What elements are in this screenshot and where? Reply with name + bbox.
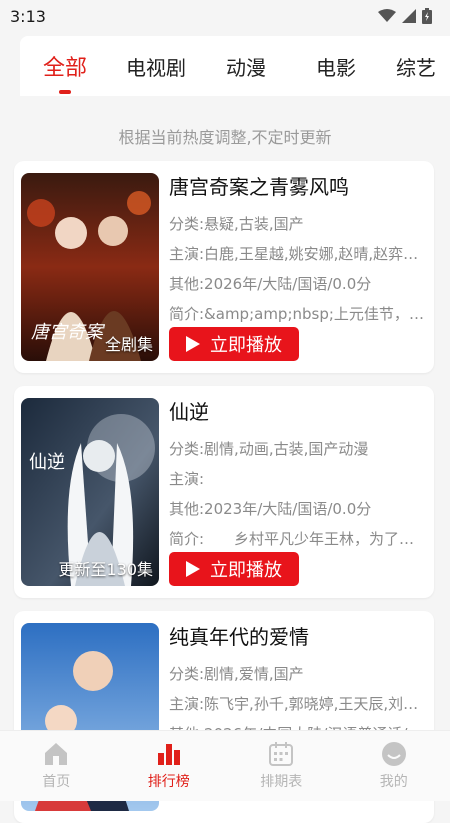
tab-tv-series[interactable]: 电视剧 — [110, 36, 202, 96]
show-title[interactable]: 仙逆 — [169, 398, 426, 426]
show-category: 分类:剧情,爱情,国产 — [169, 659, 426, 689]
show-info: 唐宫奇案之青雾风鸣 分类:悬疑,古装,国产 主演:白鹿,王星越,姚安娜,赵晴,赵… — [169, 173, 426, 329]
nav-ranking-label: 排行榜 — [148, 771, 190, 791]
show-intro: 简介:&amp;amp;nbsp;上元佳节，宁… — [169, 299, 426, 329]
show-info: 仙逆 分类:剧情,动画,古装,国产动漫 主演: 其他:2023年/大陆/国语/0… — [169, 398, 426, 554]
signal-icon — [402, 9, 416, 23]
show-category: 分类:剧情,动画,古装,国产动漫 — [169, 434, 426, 464]
episode-badge: 全剧集 — [105, 331, 153, 355]
wifi-icon — [378, 9, 396, 23]
play-now-button[interactable]: 立即播放 — [169, 552, 299, 586]
nav-schedule-label: 排期表 — [260, 771, 302, 791]
profile-icon — [381, 741, 407, 767]
tab-anime[interactable]: 动漫 — [202, 36, 290, 96]
poster-image[interactable]: 唐宫奇案 全剧集 — [21, 173, 159, 361]
play-icon — [186, 561, 200, 577]
home-icon — [43, 741, 69, 767]
status-icons — [378, 8, 432, 24]
ranking-hint: 根据当前热度调整,不定时更新 — [0, 124, 450, 148]
status-bar: 3:13 — [0, 0, 450, 32]
show-cast: 主演: — [169, 464, 426, 494]
nav-profile-label: 我的 — [380, 771, 408, 791]
category-tabs: 全部 电视剧 动漫 电影 综艺 — [20, 36, 450, 96]
show-cast: 主演:陈飞宇,孙千,郭晓婷,王天辰,刘… — [169, 689, 426, 719]
play-now-label: 立即播放 — [210, 331, 282, 357]
nav-ranking[interactable]: 排行榜 — [113, 731, 226, 801]
status-time: 3:13 — [10, 7, 46, 26]
show-title[interactable]: 纯真年代的爱情 — [169, 623, 426, 651]
svg-text:仙逆: 仙逆 — [29, 452, 65, 473]
nav-schedule[interactable]: 排期表 — [225, 731, 338, 801]
tab-all[interactable]: 全部 — [20, 36, 110, 96]
show-title[interactable]: 唐宫奇案之青雾风鸣 — [169, 173, 426, 201]
nav-home-label: 首页 — [42, 771, 70, 791]
tab-variety[interactable]: 综艺 — [382, 36, 450, 96]
ranking-icon — [156, 741, 182, 767]
show-card[interactable]: 唐宫奇案 全剧集 唐宫奇案之青雾风鸣 分类:悬疑,古装,国产 主演:白鹿,王星越… — [14, 161, 434, 373]
play-icon — [186, 336, 200, 352]
show-category: 分类:悬疑,古装,国产 — [169, 209, 426, 239]
episode-badge: 更新至130集 — [58, 556, 153, 580]
show-card[interactable]: 仙逆 更新至130集 仙逆 分类:剧情,动画,古装,国产动漫 主演: 其他:20… — [14, 386, 434, 598]
bottom-navigation: 首页 排行榜 排期表 我的 — [0, 730, 450, 801]
nav-home[interactable]: 首页 — [0, 731, 113, 801]
nav-profile[interactable]: 我的 — [338, 731, 450, 801]
show-other-info: 其他:2023年/大陆/国语/0.0分 — [169, 494, 426, 524]
svg-text:唐宫奇案: 唐宫奇案 — [31, 322, 106, 343]
play-now-button[interactable]: 立即播放 — [169, 327, 299, 361]
calendar-icon — [268, 741, 294, 767]
play-now-label: 立即播放 — [210, 556, 282, 582]
show-intro: 简介: 乡村平凡少年王林，为了… — [169, 524, 426, 554]
show-cast: 主演:白鹿,王星越,姚安娜,赵晴,赵弈… — [169, 239, 426, 269]
poster-image[interactable]: 仙逆 更新至130集 — [21, 398, 159, 586]
tab-movies[interactable]: 电影 — [290, 36, 382, 96]
show-other-info: 其他:2026年/大陆/国语/0.0分 — [169, 269, 426, 299]
battery-icon — [422, 8, 432, 24]
